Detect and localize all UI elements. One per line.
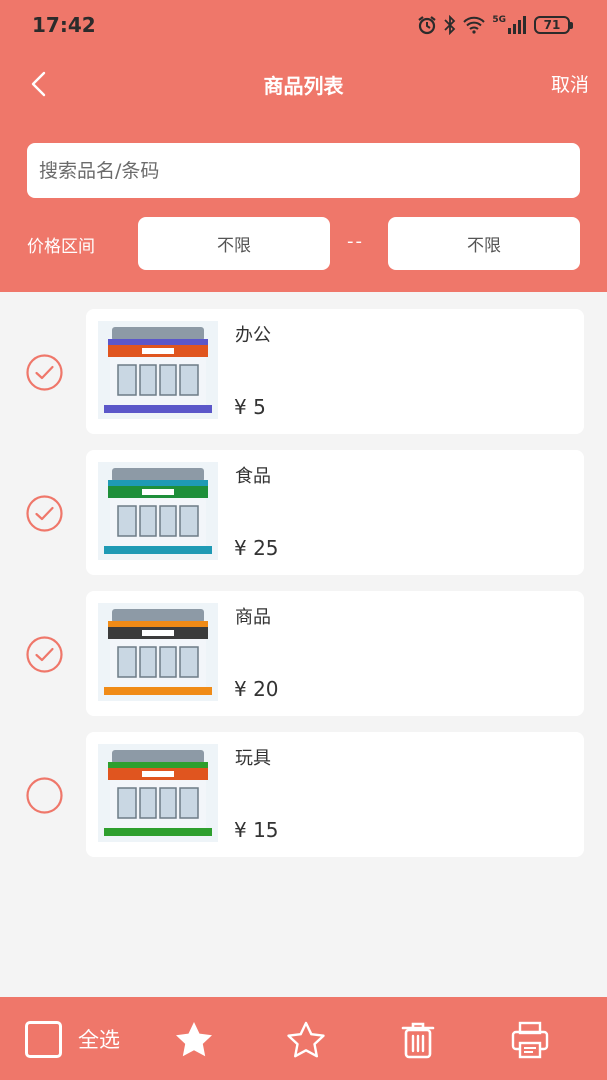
list-item[interactable]: 食品 ¥ 25 — [0, 450, 607, 575]
page-title: 商品列表 — [263, 74, 344, 98]
list-item[interactable]: 商品 ¥ 20 — [0, 591, 607, 716]
price-min-field[interactable]: 不限 — [138, 217, 330, 270]
price-max-field[interactable]: 不限 — [388, 217, 580, 270]
bottom-toolbar: 全选 — [0, 997, 607, 1080]
price-range-separator: -- — [347, 231, 364, 252]
status-time: 17:42 — [32, 13, 96, 37]
product-name: 食品 — [235, 466, 271, 487]
select-all-label[interactable]: 全选 — [78, 1024, 120, 1054]
star-filled-icon[interactable] — [173, 1019, 215, 1061]
store-building-icon — [98, 603, 218, 701]
signal-icon — [508, 16, 526, 34]
product-name: 玩具 — [235, 748, 271, 769]
header-area: 17:42 5G 71 商品列表 取消 搜索品名/条码 价格区间 不限 -- 不… — [0, 0, 607, 292]
store-building-icon — [98, 744, 218, 842]
battery-tip — [570, 21, 573, 29]
print-icon[interactable] — [509, 1019, 551, 1061]
battery-icon: 71 — [534, 16, 573, 34]
bluetooth-icon — [444, 15, 456, 35]
cancel-button[interactable]: 取消 — [551, 70, 589, 97]
checked-circle-icon[interactable] — [26, 636, 63, 673]
product-name: 商品 — [235, 607, 271, 628]
network-type: 5G — [492, 15, 506, 25]
wifi-icon — [463, 16, 486, 34]
product-price: ¥ 15 — [234, 818, 279, 842]
search-input[interactable] — [27, 143, 580, 198]
alarm-icon — [418, 16, 437, 35]
unchecked-circle-icon[interactable] — [26, 777, 63, 814]
checked-circle-icon[interactable] — [26, 495, 63, 532]
price-range-label: 价格区间 — [27, 237, 95, 257]
product-card[interactable]: 商品 ¥ 20 — [86, 591, 584, 716]
checked-circle-icon[interactable] — [26, 354, 63, 391]
product-card[interactable]: 食品 ¥ 25 — [86, 450, 584, 575]
trash-icon[interactable] — [397, 1019, 439, 1061]
status-icons: 5G 71 — [417, 13, 573, 37]
select-all-checkbox[interactable] — [25, 1021, 62, 1058]
product-card[interactable]: 玩具 ¥ 15 — [86, 732, 584, 857]
product-price: ¥ 20 — [234, 677, 279, 701]
list-item[interactable]: 玩具 ¥ 15 — [0, 732, 607, 857]
product-price: ¥ 25 — [234, 536, 279, 560]
signal-indicator: 5G — [492, 16, 527, 34]
store-building-icon — [98, 462, 218, 560]
nav-bar: 商品列表 取消 — [0, 56, 607, 112]
list-item[interactable]: 办公 ¥ 5 — [0, 309, 607, 434]
product-name: 办公 — [235, 325, 271, 346]
product-price: ¥ 5 — [234, 395, 266, 419]
battery-level: 71 — [534, 16, 570, 34]
store-building-icon — [98, 321, 218, 419]
product-card[interactable]: 办公 ¥ 5 — [86, 309, 584, 434]
status-bar: 17:42 5G 71 — [0, 0, 607, 50]
star-outline-icon[interactable] — [285, 1019, 327, 1061]
